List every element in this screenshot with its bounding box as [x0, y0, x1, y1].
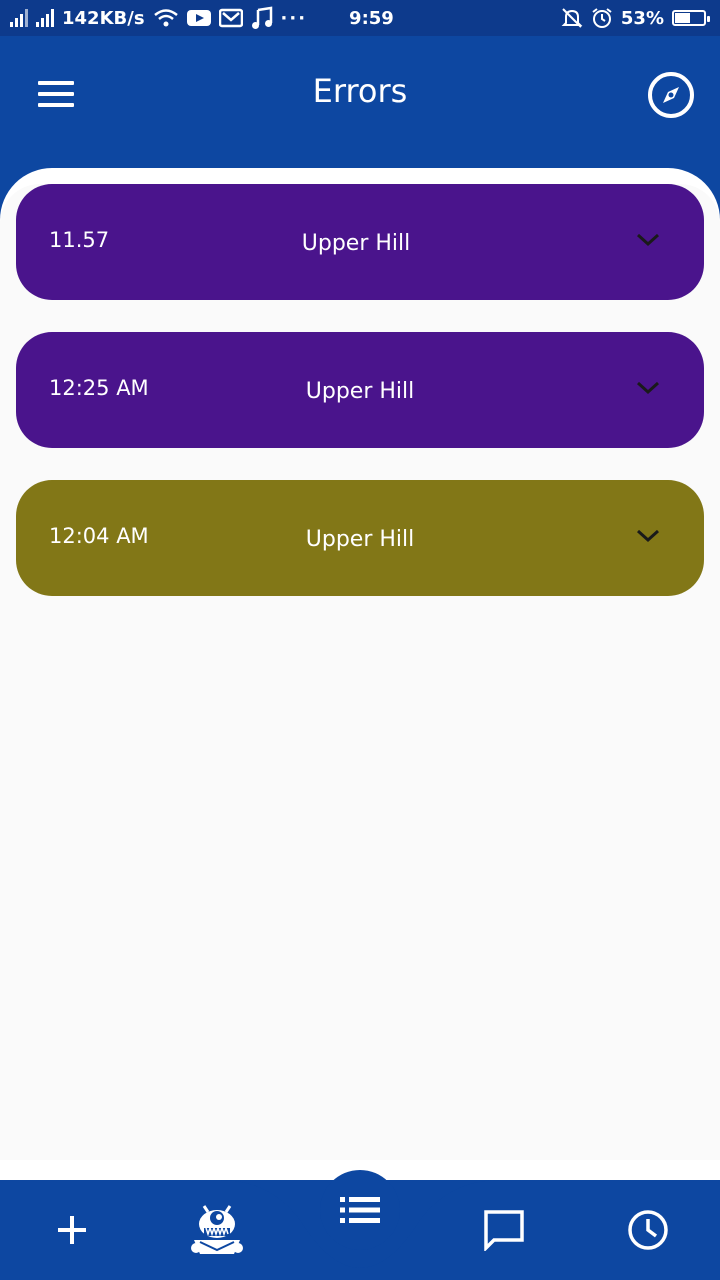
- net-speed: 142KB/s: [62, 7, 145, 29]
- chevron-down-icon[interactable]: [634, 526, 662, 546]
- error-location: Upper Hill: [305, 379, 415, 404]
- status-right: 53%: [561, 7, 710, 29]
- monster-mascot-icon[interactable]: [186, 1200, 248, 1260]
- app-bar: Errors: [0, 36, 720, 168]
- music-icon: [251, 6, 273, 30]
- battery-percent: 53%: [620, 7, 664, 29]
- error-location: Upper Hill: [305, 527, 415, 552]
- battery-icon: [672, 10, 710, 26]
- clock-icon[interactable]: [626, 1208, 670, 1252]
- more-dots-icon: ···: [280, 7, 308, 29]
- alarm-icon: [591, 7, 613, 29]
- signal-icon: [10, 9, 28, 27]
- signal-icon: [36, 9, 54, 27]
- mute-bell-icon: [561, 7, 583, 29]
- battery-fill: [675, 13, 690, 23]
- youtube-icon: [186, 9, 211, 27]
- status-time: 9:59: [349, 7, 394, 29]
- wifi-icon: [153, 8, 179, 28]
- page-title: Errors: [312, 72, 408, 110]
- error-card[interactable]: 11.57 Upper Hill: [16, 184, 704, 300]
- error-location: Upper Hill: [301, 231, 411, 256]
- error-card[interactable]: 12:04 AM Upper Hill: [16, 480, 704, 596]
- content-area: [0, 184, 720, 1160]
- chevron-down-icon[interactable]: [634, 378, 662, 398]
- add-icon[interactable]: [52, 1208, 92, 1252]
- error-card[interactable]: 12:25 AM Upper Hill: [16, 332, 704, 448]
- status-left: 142KB/s ··· 9:59: [10, 6, 394, 30]
- list-icon[interactable]: [320, 1170, 400, 1250]
- compass-icon[interactable]: [647, 71, 695, 119]
- status-bar: 142KB/s ··· 9:59 53%: [0, 0, 720, 36]
- chat-bubble-icon[interactable]: [482, 1208, 526, 1252]
- gmail-icon: [218, 8, 243, 28]
- chevron-down-icon[interactable]: [634, 230, 662, 250]
